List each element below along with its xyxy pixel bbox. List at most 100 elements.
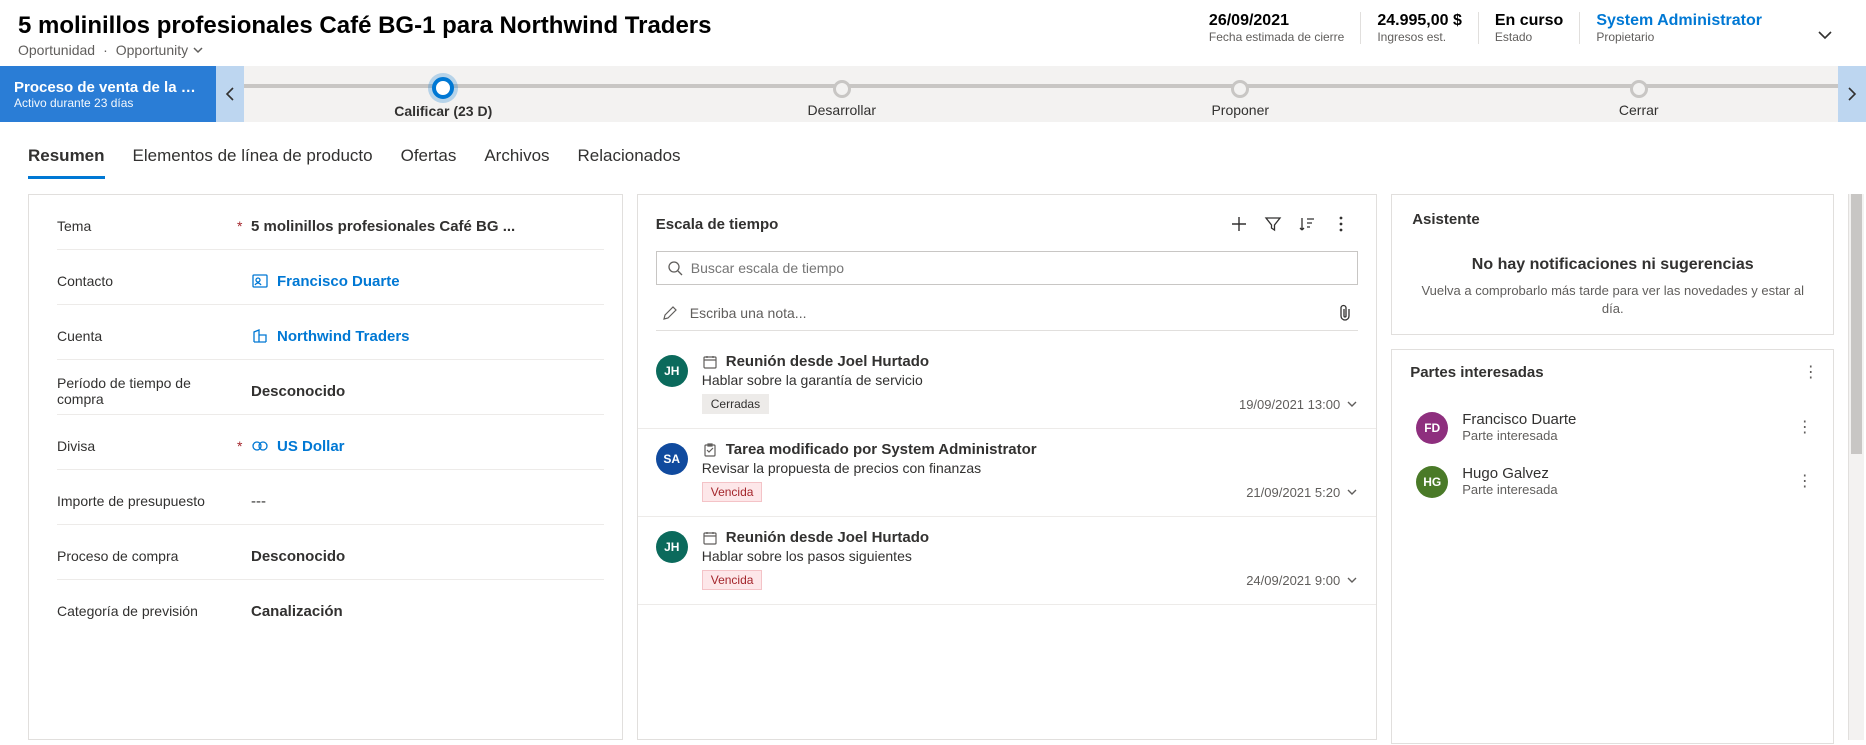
field-value[interactable]: Canalización [251, 603, 604, 620]
field-row[interactable]: Proceso de compra Desconocido [29, 525, 622, 579]
entity-subtitle: Oportunidad · Opportunity [18, 42, 1169, 58]
task-icon [702, 442, 718, 458]
field-value[interactable]: 5 molinillos profesionales Café BG ... [251, 218, 604, 235]
avatar: HG [1416, 466, 1448, 498]
timeline-search[interactable] [656, 251, 1358, 285]
stakeholder-more-button[interactable]: ⋮ [1791, 471, 1819, 491]
status-badge: Vencida [702, 570, 763, 590]
kebab-icon [1332, 215, 1350, 233]
tabs-row: Resumen Elementos de línea de producto Ofe… [0, 122, 1866, 180]
header-metric[interactable]: System Administrator Propietario [1579, 12, 1778, 44]
timeline-more-button[interactable] [1324, 209, 1358, 239]
record-header: 5 molinillos profesionales Café BG-1 par… [0, 0, 1866, 66]
process-stage[interactable]: Calificar (23 D) [244, 70, 643, 119]
search-icon [667, 260, 683, 276]
header-metric[interactable]: En curso Estado [1478, 12, 1579, 44]
field-value[interactable]: Desconocido [251, 548, 604, 565]
stakeholder-item[interactable]: FD Francisco Duarte Parte interesada ⋮ [1410, 400, 1825, 454]
metric-value: En curso [1495, 12, 1563, 30]
field-row[interactable]: Divisa * US Dollar [29, 415, 622, 469]
field-value[interactable]: Northwind Traders [251, 327, 604, 345]
dot-separator: · [103, 42, 108, 58]
timeline-item[interactable]: SA Tarea modificado por System Administr… [638, 429, 1376, 517]
tab-archivos[interactable]: Archivos [484, 140, 549, 179]
timeline-item-subtitle: Revisar la propuesta de precios con fina… [702, 460, 1358, 476]
process-name-block[interactable]: Proceso de venta de la o... Activo duran… [0, 66, 216, 122]
entity-name: Oportunidad [18, 42, 95, 58]
field-label: Proceso de compra [57, 548, 237, 564]
stakeholder-more-button[interactable]: ⋮ [1791, 417, 1819, 437]
process-bar: Proceso de venta de la o... Activo duran… [0, 66, 1866, 122]
scrollbar-thumb[interactable] [1851, 194, 1862, 454]
title-block: 5 molinillos profesionales Café BG-1 par… [18, 12, 1169, 58]
required-indicator: * [237, 218, 251, 234]
process-stage[interactable]: Proponer [1041, 70, 1440, 119]
process-next-button[interactable] [1838, 66, 1866, 122]
content-area: Tema * 5 molinillos profesionales Café B… [0, 180, 1866, 744]
timeline-note-input-row[interactable]: Escriba una nota... [656, 295, 1358, 331]
status-badge: Cerradas [702, 394, 769, 414]
avatar: SA [656, 443, 688, 475]
stage-label: Desarrollar [808, 102, 876, 118]
tab-elementos-de-línea-de-producto[interactable]: Elementos de línea de producto [133, 140, 373, 179]
stakeholder-role: Parte interesada [1462, 482, 1777, 497]
tab-relacionados[interactable]: Relacionados [578, 140, 681, 179]
avatar: FD [1416, 412, 1448, 444]
field-value[interactable]: --- [251, 493, 604, 510]
field-label: Importe de presupuesto [57, 493, 237, 509]
field-row[interactable]: Importe de presupuesto --- [29, 470, 622, 524]
field-row[interactable]: Contacto Francisco Duarte [29, 250, 622, 304]
stage-circle [432, 77, 454, 99]
timeline-item-date: 19/09/2021 13:00 [1239, 397, 1358, 412]
stakeholders-panel: Partes interesadas ⋮ FD Francisco Duarte… [1391, 349, 1834, 744]
field-row[interactable]: Período de tiempo de compra Desconocido [29, 360, 622, 414]
field-value[interactable]: Francisco Duarte [251, 272, 604, 290]
timeline-item-date: 24/09/2021 9:00 [1246, 573, 1358, 588]
stakeholder-item[interactable]: HG Hugo Galvez Parte interesada ⋮ [1410, 454, 1825, 508]
chevron-left-icon [225, 87, 235, 101]
chevron-down-icon[interactable] [1346, 398, 1358, 410]
timeline-item[interactable]: JH Reunión desde Joel Hurtado Hablar sob… [638, 517, 1376, 605]
field-value[interactable]: Desconocido [251, 383, 604, 400]
field-value[interactable]: US Dollar [251, 437, 604, 455]
form-selector[interactable]: Opportunity [116, 42, 204, 58]
vertical-scrollbar[interactable] [1848, 194, 1864, 740]
header-metric[interactable]: 24.995,00 $ Ingresos est. [1360, 12, 1478, 44]
field-row[interactable]: Tema * 5 molinillos profesionales Café B… [29, 195, 622, 249]
field-row[interactable]: Categoría de previsión Canalización [29, 580, 622, 634]
timeline-title: Escala de tiempo [656, 216, 1222, 233]
stages-container: Calificar (23 D) Desarrollar Proponer Ce… [244, 66, 1838, 122]
attachment-icon[interactable] [1338, 304, 1352, 322]
stakeholders-more-button[interactable]: ⋮ [1797, 362, 1825, 382]
header-collapse-toggle[interactable] [1802, 20, 1848, 50]
timeline-panel: Escala de tiempo Escr [637, 194, 1377, 740]
timeline-add-button[interactable] [1222, 209, 1256, 239]
field-row[interactable]: Cuenta Northwind Traders [29, 305, 622, 359]
timeline-list: JH Reunión desde Joel Hurtado Hablar sob… [638, 341, 1376, 739]
tab-ofertas[interactable]: Ofertas [401, 140, 457, 179]
stakeholders-header: Partes interesadas ⋮ [1410, 362, 1825, 382]
process-stage[interactable]: Cerrar [1440, 70, 1839, 119]
timeline-item[interactable]: JH Reunión desde Joel Hurtado Hablar sob… [638, 341, 1376, 429]
timeline-sort-button[interactable] [1290, 209, 1324, 239]
stakeholders-title: Partes interesadas [1410, 364, 1797, 381]
filter-icon [1264, 215, 1282, 233]
metric-value: 24.995,00 $ [1377, 12, 1462, 30]
chevron-down-icon [1816, 26, 1834, 44]
calendar-icon [702, 354, 718, 370]
timeline-search-input[interactable] [691, 260, 1347, 276]
header-metric[interactable]: 26/09/2021 Fecha estimada de cierre [1193, 12, 1360, 44]
timeline-item-subtitle: Hablar sobre la garantía de servicio [702, 372, 1358, 388]
timeline-filter-button[interactable] [1256, 209, 1290, 239]
tab-resumen[interactable]: Resumen [28, 140, 105, 179]
assistant-empty-heading: No hay notificaciones ni sugerencias [1412, 256, 1813, 274]
chevron-down-icon[interactable] [1346, 486, 1358, 498]
timeline-item-body: Tarea modificado por System Administrato… [702, 441, 1358, 502]
timeline-item-title: Reunión desde Joel Hurtado [726, 353, 929, 370]
stakeholder-name: Francisco Duarte [1462, 411, 1777, 428]
process-stage[interactable]: Desarrollar [643, 70, 1042, 119]
metric-value: System Administrator [1596, 12, 1762, 30]
summary-form-panel: Tema * 5 molinillos profesionales Café B… [28, 194, 623, 740]
process-prev-button[interactable] [216, 66, 244, 122]
chevron-down-icon[interactable] [1346, 574, 1358, 586]
